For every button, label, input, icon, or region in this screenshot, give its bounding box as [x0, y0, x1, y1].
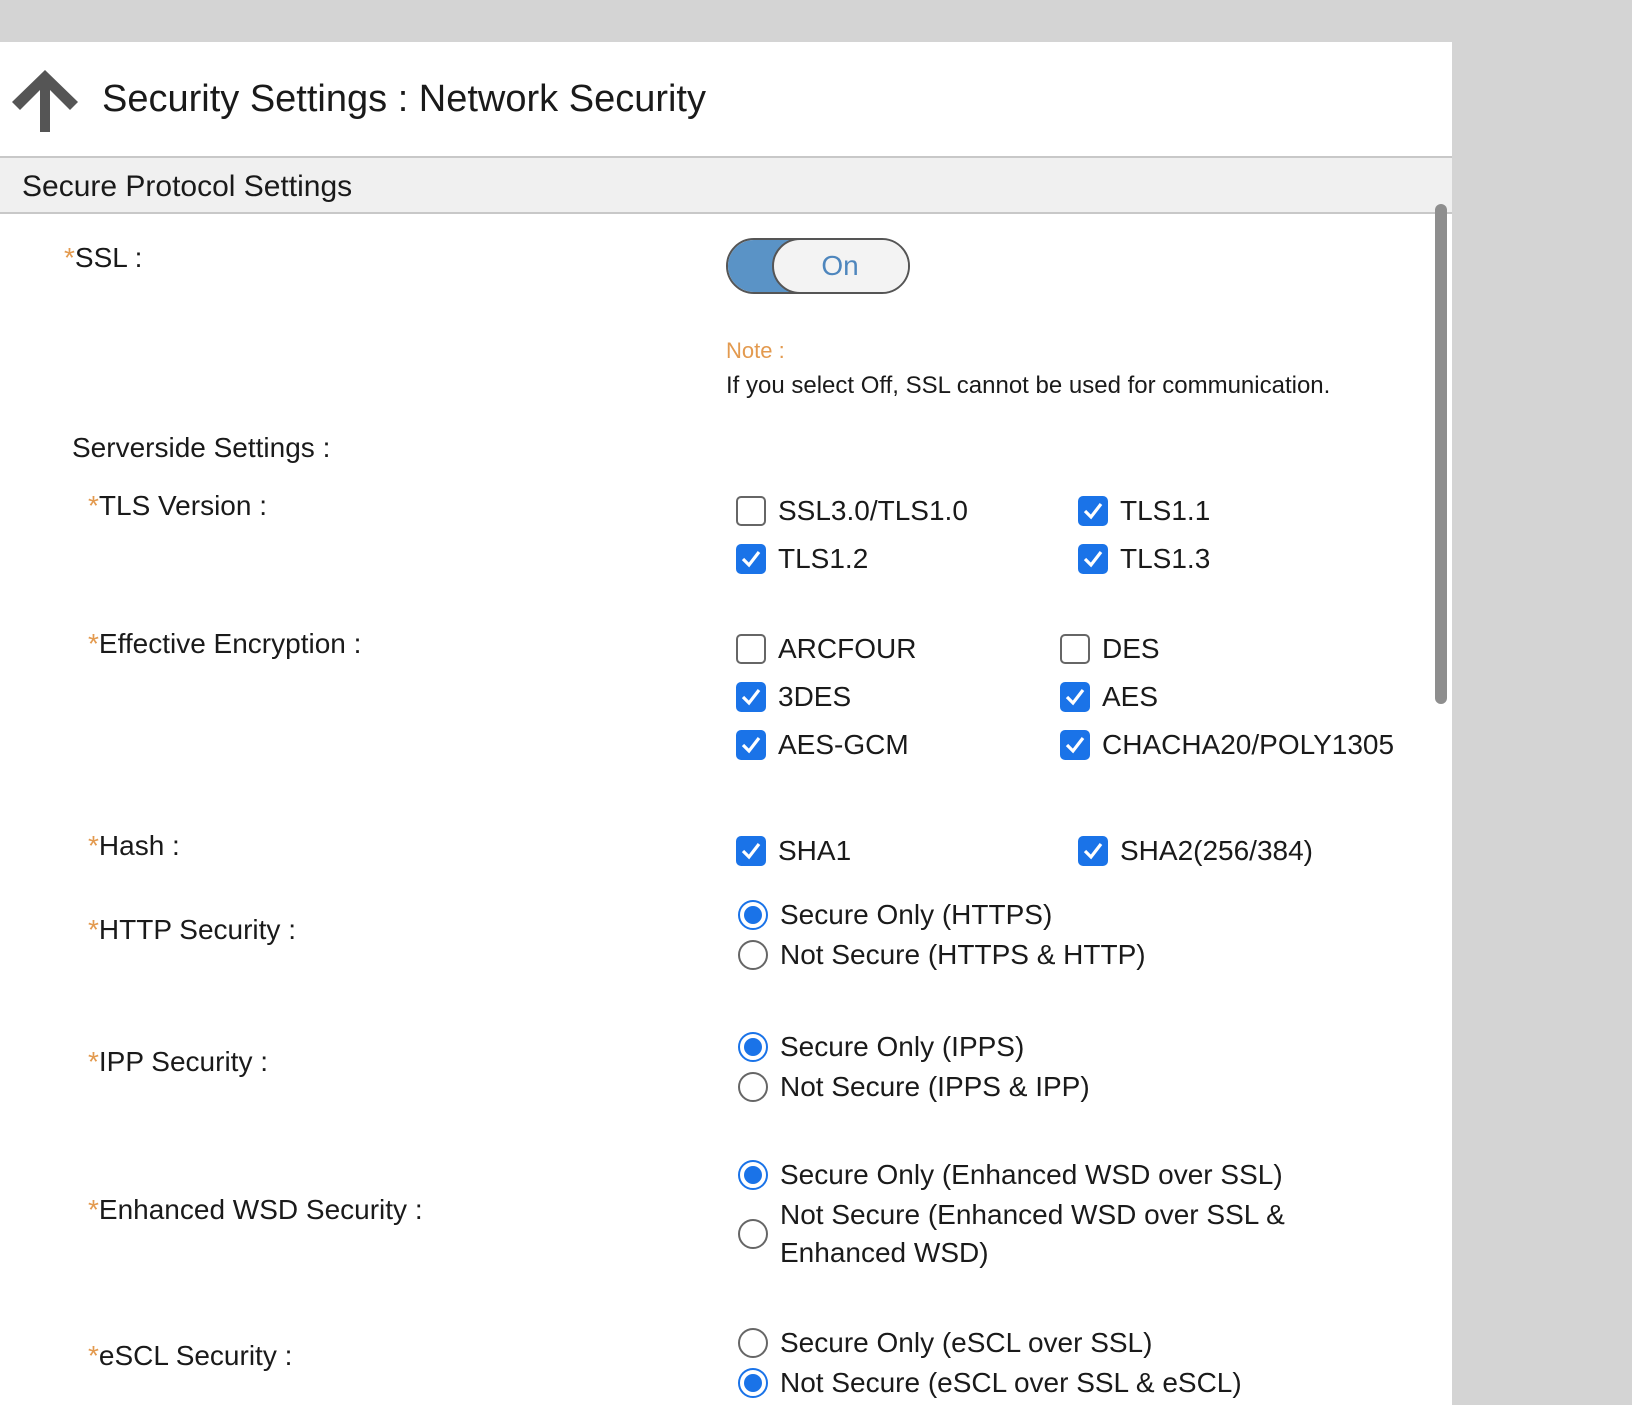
tls-version-label: *TLS Version : — [88, 490, 267, 521]
radio-unselected-icon[interactable] — [738, 1218, 768, 1249]
radio-escl-secure-only[interactable]: Secure Only (eSCL over SSL) — [738, 1324, 1152, 1362]
radio-escl-not-secure[interactable]: Not Secure (eSCL over SSL & eSCL) — [738, 1364, 1242, 1402]
escl-security-label: *eSCL Security : — [88, 1340, 293, 1371]
checkbox-checked-icon[interactable] — [736, 681, 766, 712]
checkbox-checked-icon[interactable] — [1078, 495, 1108, 526]
checkbox-des[interactable]: DES — [1060, 630, 1160, 668]
checkbox-3des[interactable]: 3DES — [736, 678, 851, 716]
checkbox-chacha20-poly1305[interactable]: CHACHA20/POLY1305 — [1060, 726, 1394, 764]
checkbox-tls11[interactable]: TLS1.1 — [1078, 492, 1210, 530]
checkbox-checked-icon[interactable] — [1060, 729, 1090, 760]
checkbox-unchecked-icon[interactable] — [736, 495, 766, 526]
radio-selected-icon[interactable] — [738, 899, 768, 930]
arrow-up-icon[interactable] — [10, 68, 80, 134]
checkbox-checked-icon[interactable] — [736, 543, 766, 574]
checkbox-checked-icon[interactable] — [1060, 681, 1090, 712]
required-asterisk: * — [64, 242, 75, 273]
section-title: Secure Protocol Settings — [22, 170, 353, 203]
page-title: Security Settings : Network Security — [102, 78, 706, 120]
note-text: If you select Off, SSL cannot be used fo… — [726, 372, 1331, 399]
checkbox-arcfour[interactable]: ARCFOUR — [736, 630, 916, 668]
radio-http-secure-only[interactable]: Secure Only (HTTPS) — [738, 896, 1052, 934]
radio-ipp-not-secure[interactable]: Not Secure (IPPS & IPP) — [738, 1068, 1090, 1106]
radio-unselected-icon[interactable] — [738, 1327, 768, 1358]
checkbox-sha2[interactable]: SHA2(256/384) — [1078, 832, 1313, 870]
radio-selected-icon[interactable] — [738, 1031, 768, 1062]
radio-wsd-secure-only[interactable]: Secure Only (Enhanced WSD over SSL) — [738, 1156, 1283, 1194]
checkbox-ssl30-tls10[interactable]: SSL3.0/TLS1.0 — [736, 492, 968, 530]
checkbox-checked-icon[interactable] — [736, 729, 766, 760]
checkbox-unchecked-icon[interactable] — [736, 633, 766, 664]
radio-unselected-icon[interactable] — [738, 1071, 768, 1102]
http-security-label: *HTTP Security : — [88, 914, 296, 945]
checkbox-tls12[interactable]: TLS1.2 — [736, 540, 868, 578]
ssl-label: *SSL : — [64, 242, 143, 273]
checkbox-checked-icon[interactable] — [1078, 543, 1108, 574]
checkbox-checked-icon[interactable] — [1078, 835, 1108, 866]
main-panel: Security Settings : Network Security Sec… — [0, 42, 1452, 1405]
checkbox-sha1[interactable]: SHA1 — [736, 832, 851, 870]
section-header: Secure Protocol Settings — [0, 158, 1452, 214]
radio-http-not-secure[interactable]: Not Secure (HTTPS & HTTP) — [738, 936, 1146, 974]
radio-ipp-secure-only[interactable]: Secure Only (IPPS) — [738, 1028, 1024, 1066]
enhanced-wsd-security-label: *Enhanced WSD Security : — [88, 1194, 423, 1225]
hash-label: *Hash : — [88, 830, 180, 861]
scrollbar-thumb[interactable] — [1435, 204, 1447, 704]
radio-unselected-icon[interactable] — [738, 939, 768, 970]
radio-selected-icon[interactable] — [738, 1159, 768, 1190]
scrollbar[interactable] — [1434, 162, 1448, 1405]
toggle-state-label: On — [821, 250, 859, 281]
radio-selected-icon[interactable] — [738, 1367, 768, 1398]
effective-encryption-label: *Effective Encryption : — [88, 628, 362, 659]
note-label: Note : — [726, 338, 785, 363]
ipp-security-label: *IPP Security : — [88, 1046, 269, 1077]
checkbox-aes[interactable]: AES — [1060, 678, 1158, 716]
page-header: Security Settings : Network Security — [0, 42, 1452, 158]
checkbox-tls13[interactable]: TLS1.3 — [1078, 540, 1210, 578]
serverside-settings-label: Serverside Settings : — [72, 432, 331, 463]
checkbox-unchecked-icon[interactable] — [1060, 633, 1090, 664]
radio-wsd-not-secure[interactable]: Not Secure (Enhanced WSD over SSL & Enha… — [738, 1196, 1285, 1272]
checkbox-aes-gcm[interactable]: AES-GCM — [736, 726, 909, 764]
ssl-toggle[interactable]: On — [726, 238, 910, 294]
checkbox-checked-icon[interactable] — [736, 835, 766, 866]
